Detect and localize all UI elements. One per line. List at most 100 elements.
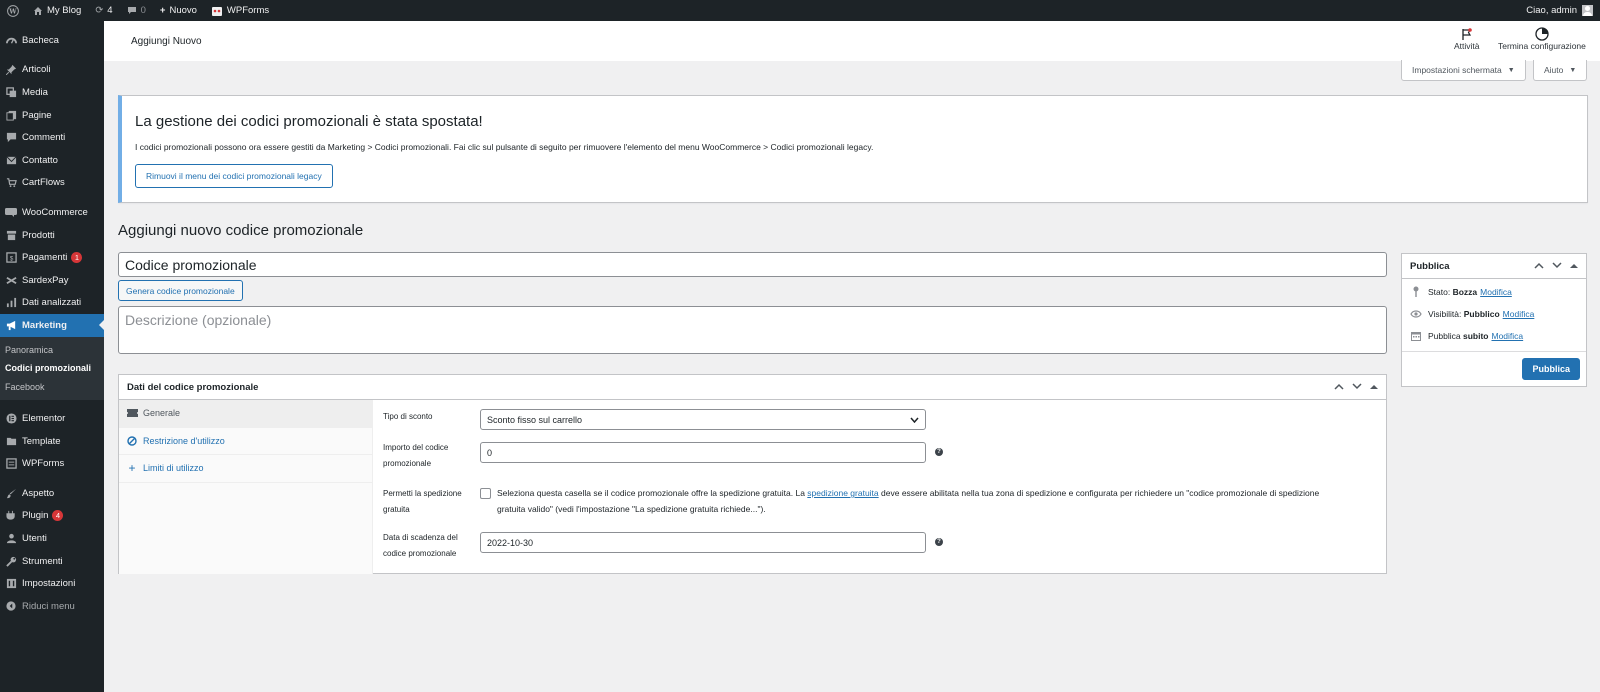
- free-shipping-link[interactable]: spedizione gratuita: [807, 488, 878, 498]
- comment-bubble-icon: [127, 6, 137, 15]
- dashboard-icon: [5, 34, 17, 46]
- coupon-data-header: Dati del codice promozionale: [119, 375, 1386, 400]
- tab-limiti-utilizzo[interactable]: + Limiti di utilizzo: [119, 455, 372, 483]
- publish-date-row: Pubblica subito Modifica: [1410, 331, 1523, 341]
- chevron-down-icon[interactable]: [1552, 261, 1562, 271]
- sidebar-item-label: Pagine: [22, 109, 52, 121]
- sidebar-item-template[interactable]: Template: [0, 430, 104, 453]
- admin-sidebar: Bacheca Articoli Media Pagine Commenti C…: [0, 21, 104, 692]
- sidebar-item-prodotti[interactable]: Prodotti: [0, 224, 104, 247]
- edit-visibility-link[interactable]: Modifica: [1503, 309, 1535, 319]
- sidebar-item-cartflows[interactable]: CartFlows: [0, 172, 104, 195]
- sidebar-item-label: Pagamenti: [22, 252, 68, 264]
- sidebar-item-utenti[interactable]: Utenti: [0, 527, 104, 550]
- description-textarea[interactable]: Descrizione (opzionale): [118, 306, 1387, 354]
- sidebar-item-pagine[interactable]: Pagine: [0, 104, 104, 127]
- megaphone-icon: [5, 319, 17, 331]
- ticket-icon: [126, 409, 138, 418]
- marketing-submenu: Panoramica Codici promozionali Facebook: [0, 336, 104, 401]
- wpforms-icon: [211, 5, 223, 17]
- new-label: Nuovo: [169, 5, 197, 16]
- publish-header: Pubblica: [1402, 254, 1586, 279]
- chevron-up-icon[interactable]: [1534, 261, 1544, 271]
- sidebar-item-elementor[interactable]: Elementor: [0, 407, 104, 430]
- activity-label: Attività: [1454, 41, 1480, 51]
- my-account-link[interactable]: Ciao, admin: [1519, 0, 1600, 21]
- publish-button[interactable]: Pubblica: [1522, 358, 1580, 380]
- sidebar-item-sardexpay[interactable]: SardexPay: [0, 269, 104, 292]
- collapse-menu-button[interactable]: Riduci menu: [0, 595, 104, 618]
- coupon-data-tabs: Generale Restrizione d'utilizzo + Limiti…: [119, 400, 373, 574]
- sidebar-item-label: WooCommerce: [22, 206, 88, 218]
- sidebar-item-dati-analizzati[interactable]: Dati analizzati: [0, 292, 104, 315]
- caret-down-icon: ▼: [1507, 66, 1515, 74]
- wpforms-link[interactable]: WPForms: [204, 0, 276, 21]
- sidebar-item-label: Marketing: [22, 319, 67, 331]
- eye-icon: [1410, 310, 1422, 318]
- help-tip-icon[interactable]: ?: [935, 538, 943, 546]
- sidebar-item-impostazioni[interactable]: Impostazioni: [0, 572, 104, 595]
- sidebar-item-plugin[interactable]: Plugin 4: [0, 505, 104, 528]
- woo-icon: [5, 206, 17, 218]
- submenu-item-panoramica[interactable]: Panoramica: [0, 341, 104, 360]
- edit-status-link[interactable]: Modifica: [1480, 287, 1512, 297]
- screen-options-button[interactable]: Impostazioni schermata ▼: [1401, 60, 1526, 81]
- sidebar-item-marketing[interactable]: Marketing: [0, 314, 104, 337]
- sidebar-item-commenti[interactable]: Commenti: [0, 126, 104, 149]
- new-content-link[interactable]: + Nuovo: [153, 0, 204, 21]
- amount-input[interactable]: 0: [480, 442, 926, 463]
- sidebar-item-label: Plugin: [22, 510, 49, 522]
- chevron-up-icon[interactable]: [1334, 382, 1344, 392]
- free-shipping-checkbox[interactable]: [480, 488, 491, 499]
- pages-icon: [5, 109, 17, 121]
- site-name-link[interactable]: My Blog: [26, 0, 88, 21]
- status-label: Stato:: [1428, 286, 1451, 297]
- chart-icon: [5, 297, 17, 309]
- sidebar-item-wpforms[interactable]: WPForms: [0, 452, 104, 475]
- edit-date-link[interactable]: Modifica: [1491, 331, 1523, 341]
- comments-link[interactable]: 0: [120, 0, 153, 21]
- submenu-item-facebook[interactable]: Facebook: [0, 378, 104, 397]
- visibility-value: Pubblico: [1463, 309, 1500, 319]
- wordpress-logo-icon[interactable]: W: [0, 0, 26, 21]
- toggle-panel-icon[interactable]: [1570, 261, 1578, 271]
- sidebar-item-label: CartFlows: [22, 177, 65, 189]
- tab-generale[interactable]: Generale: [119, 400, 372, 428]
- help-button[interactable]: Aiuto ▼: [1533, 60, 1588, 81]
- home-icon: [33, 6, 43, 16]
- finish-setup-label: Termina configurazione: [1498, 41, 1586, 51]
- sidebar-item-pagamenti[interactable]: $ Pagamenti 1: [0, 246, 104, 269]
- publish-box: Pubblica Stato: Bozza Modifica Visibilit…: [1401, 253, 1587, 387]
- submenu-item-codici-promozionali[interactable]: Codici promozionali: [0, 359, 104, 378]
- remove-legacy-menu-button[interactable]: Rimuovi il menu dei codici promozionali …: [135, 164, 333, 188]
- elementor-icon: [5, 413, 17, 425]
- sidebar-item-aspetto[interactable]: Aspetto: [0, 482, 104, 505]
- updates-link[interactable]: ⟳ 4: [88, 0, 119, 21]
- sidebar-item-label: Dati analizzati: [22, 297, 82, 309]
- greeting: Ciao, admin: [1526, 5, 1577, 16]
- progress-circle-icon: [1535, 27, 1549, 41]
- sidebar-item-articoli[interactable]: Articoli: [0, 59, 104, 82]
- publish-time-label: Pubblica: [1428, 331, 1461, 341]
- toggle-panel-icon[interactable]: [1370, 382, 1378, 392]
- chevron-down-icon[interactable]: [1352, 382, 1362, 392]
- coupon-moved-notice: La gestione dei codici promozionali è st…: [118, 95, 1588, 203]
- status-row: Stato: Bozza Modifica: [1410, 286, 1512, 297]
- form-icon: [5, 458, 17, 470]
- sidebar-item-bacheca[interactable]: Bacheca: [0, 29, 104, 52]
- sidebar-item-contatto[interactable]: Contatto: [0, 149, 104, 172]
- activity-button[interactable]: Attività: [1454, 27, 1480, 51]
- sidebar-item-media[interactable]: Media: [0, 81, 104, 104]
- help-tip-icon[interactable]: ?: [935, 448, 943, 456]
- sidebar-item-strumenti[interactable]: Strumenti: [0, 550, 104, 573]
- comments-count: 0: [140, 5, 146, 16]
- finish-setup-button[interactable]: Termina configurazione: [1498, 27, 1586, 51]
- tab-restrizione-utilizzo[interactable]: Restrizione d'utilizzo: [119, 428, 372, 455]
- coupon-code-input[interactable]: Codice promozionale: [118, 252, 1387, 277]
- expiry-date-label: Data di scadenza del codice promozionale: [383, 533, 458, 558]
- expiry-date-input[interactable]: 2022-10-30: [480, 532, 926, 553]
- user-icon: [5, 532, 17, 544]
- generate-coupon-button[interactable]: Genera codice promozionale: [118, 280, 243, 301]
- sidebar-item-woocommerce[interactable]: WooCommerce: [0, 201, 104, 224]
- discount-type-select[interactable]: Sconto fisso sul carrello: [480, 409, 926, 430]
